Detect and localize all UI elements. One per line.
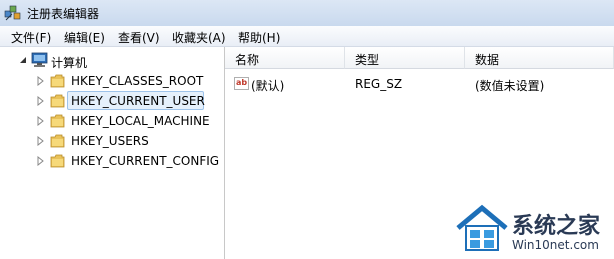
title-bar[interactable]: 注册表编辑器 xyxy=(0,0,614,26)
menu-edit[interactable]: 编辑(E) xyxy=(64,29,105,46)
watermark-url: Win10net.com xyxy=(512,238,599,252)
watermark-title: 系统之家 xyxy=(512,214,601,239)
folder-icon xyxy=(50,154,65,168)
expanded-arrow-icon[interactable] xyxy=(19,56,27,66)
value-data: (数值未设置) xyxy=(475,79,545,93)
tree-item-label: HKEY_CURRENT_CONFIG xyxy=(71,154,220,168)
folder-icon xyxy=(50,74,65,88)
menu-bar: 文件(F) 编辑(E) 查看(V) 收藏夹(A) 帮助(H) xyxy=(0,26,614,47)
tree-item-label: HKEY_CLASSES_ROOT xyxy=(71,74,204,88)
window-title: 注册表编辑器 xyxy=(27,7,100,21)
collapsed-arrow-icon[interactable] xyxy=(37,156,45,166)
collapsed-arrow-icon[interactable] xyxy=(37,76,45,86)
menu-favorites[interactable]: 收藏夹(A) xyxy=(172,29,226,46)
collapsed-arrow-icon[interactable] xyxy=(37,136,45,146)
table-row[interactable]: ab (默认) REG_SZ (数值未设置) xyxy=(225,47,614,97)
string-value-icon: ab xyxy=(234,77,249,90)
tree-item-hkey-local-machine[interactable]: HKEY_LOCAL_MACHINE xyxy=(0,111,224,131)
tree-item-label: HKEY_CURRENT_USER xyxy=(71,94,205,108)
computer-icon xyxy=(31,52,48,67)
menu-file[interactable]: 文件(F) xyxy=(11,29,51,46)
tree-root-computer[interactable]: 计算机 xyxy=(0,51,224,71)
folder-icon xyxy=(50,94,65,108)
watermark: 系统之家 Win10net.com xyxy=(452,194,614,259)
value-name: (默认) xyxy=(251,79,285,93)
tree-root-label: 计算机 xyxy=(51,56,88,70)
value-type: REG_SZ xyxy=(355,77,403,91)
house-logo-icon xyxy=(456,204,508,251)
folder-icon xyxy=(50,114,65,128)
folder-icon xyxy=(50,134,65,148)
tree-item-hkey-current-user[interactable]: HKEY_CURRENT_USER xyxy=(0,91,224,111)
tree-item-hkey-users[interactable]: HKEY_USERS xyxy=(0,131,224,151)
tree-item-hkey-classes-root[interactable]: HKEY_CLASSES_ROOT xyxy=(0,71,224,91)
registry-tree[interactable]: 计算机 HKEY_CLASSES_ROOT HKEY_CURRENT_USER xyxy=(0,47,225,259)
regedit-icon xyxy=(4,5,21,21)
collapsed-arrow-icon[interactable] xyxy=(37,116,45,126)
tree-item-label: HKEY_LOCAL_MACHINE xyxy=(71,114,210,128)
collapsed-arrow-icon[interactable] xyxy=(37,96,45,106)
menu-view[interactable]: 查看(V) xyxy=(118,29,160,46)
tree-item-hkey-current-config[interactable]: HKEY_CURRENT_CONFIG xyxy=(0,151,224,171)
tree-item-label: HKEY_USERS xyxy=(71,134,149,148)
menu-help[interactable]: 帮助(H) xyxy=(238,29,280,46)
